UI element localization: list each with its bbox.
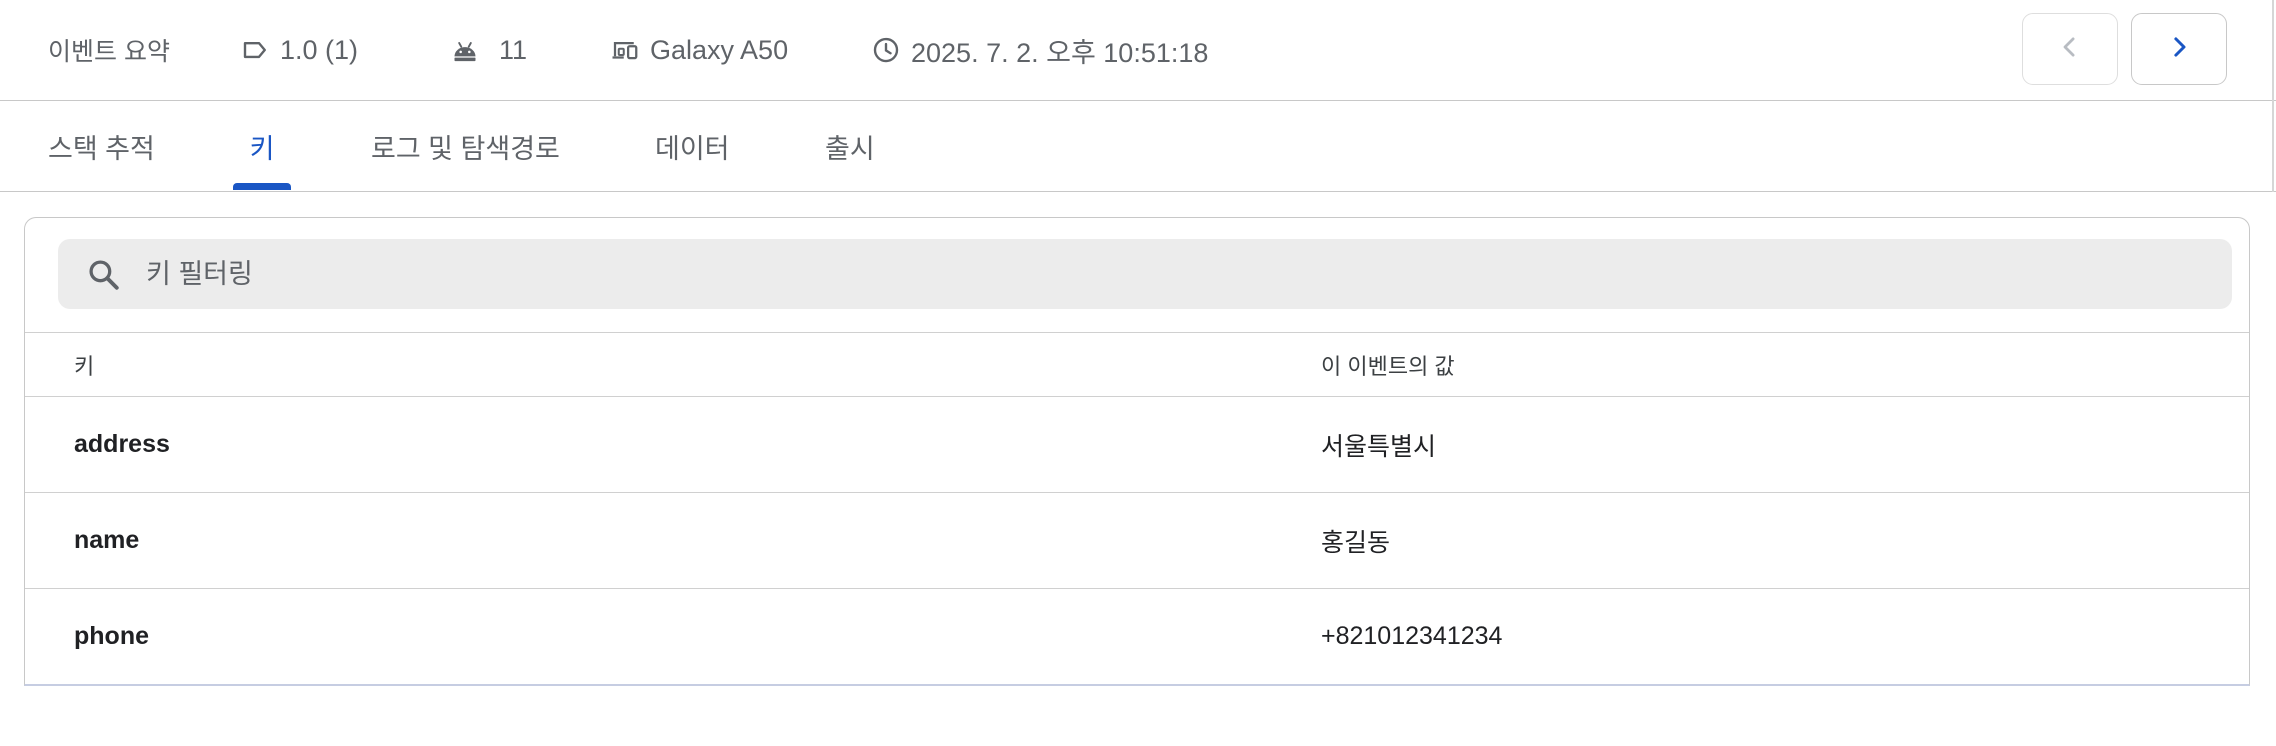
row-value: 홍길동 [1321, 528, 1391, 557]
label-icon [240, 35, 270, 65]
row-value: 서울특별시 [1321, 432, 1437, 461]
event-timestamp: 2025. 7. 2. 오후 10:51:18 [911, 37, 1209, 68]
tab-logs-breadcrumbs[interactable]: 로그 및 탐색경로 [371, 101, 560, 191]
tab-release[interactable]: 출시 [825, 101, 875, 191]
row-key: address [74, 430, 170, 458]
app-version-item: 1.0 (1) [240, 0, 358, 100]
row-key: name [74, 526, 140, 554]
key-filter-input[interactable] [146, 239, 2046, 309]
active-tab-indicator [233, 183, 291, 190]
devices-icon [610, 35, 640, 65]
clock-icon [871, 35, 901, 65]
table-header-row: 키 이 이벤트의 값 [25, 332, 2249, 396]
tab-data[interactable]: 데이터 [655, 101, 730, 191]
os-version: 11 [499, 34, 528, 65]
table-row[interactable]: phone +821012341234 [25, 588, 2249, 684]
next-event-button[interactable] [2131, 13, 2227, 85]
tab-keys[interactable]: 키 [233, 101, 291, 191]
keys-card: 키 이 이벤트의 값 address 서울특별시 name 홍길동 phone … [24, 217, 2250, 686]
panel-edge [2272, 0, 2274, 192]
event-detail-panel: 이벤트 요약 1.0 (1) 11 Galaxy A50 2025. 7. 2.… [0, 0, 2276, 746]
android-icon [451, 36, 479, 64]
table-row[interactable]: address 서울특별시 [25, 396, 2249, 492]
previous-event-button[interactable] [2022, 13, 2118, 85]
event-summary-bar: 이벤트 요약 1.0 (1) 11 Galaxy A50 2025. 7. 2.… [0, 0, 2276, 101]
row-value: +821012341234 [1321, 622, 1503, 650]
table-row[interactable]: name 홍길동 [25, 492, 2249, 588]
summary-title-item: 이벤트 요약 [48, 0, 170, 100]
device-item: Galaxy A50 [610, 0, 788, 100]
os-version-item: 11 [451, 0, 527, 100]
app-version: 1.0 (1) [280, 34, 359, 65]
column-header-value: 이 이벤트의 값 [1321, 353, 1455, 379]
row-key: phone [74, 622, 149, 650]
chevron-left-icon [2055, 32, 2085, 67]
timestamp-item: 2025. 7. 2. 오후 10:51:18 [871, 0, 1208, 100]
key-filter-box[interactable] [58, 239, 2232, 309]
search-icon [86, 257, 122, 298]
keys-table: 키 이 이벤트의 값 address 서울특별시 name 홍길동 phone … [25, 332, 2249, 684]
device-name: Galaxy A50 [650, 34, 789, 65]
column-header-key: 키 [74, 353, 95, 379]
chevron-right-icon [2164, 32, 2194, 67]
summary-title: 이벤트 요약 [48, 38, 170, 66]
tab-stack-trace[interactable]: 스택 추적 [48, 101, 155, 191]
tab-bar: 스택 추적 키 로그 및 탐색경로 데이터 출시 [0, 101, 2276, 192]
